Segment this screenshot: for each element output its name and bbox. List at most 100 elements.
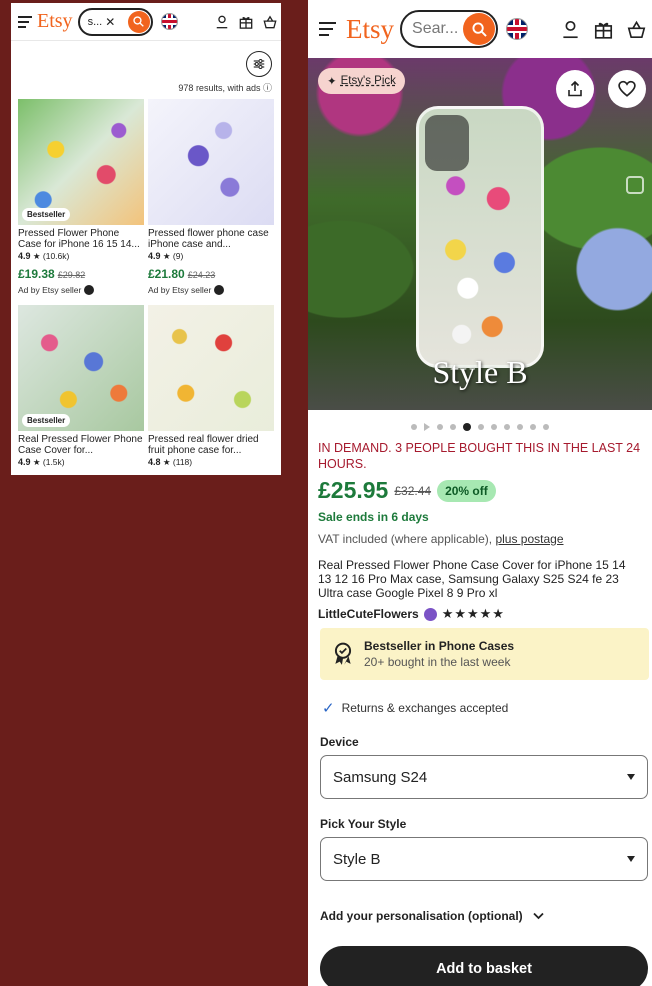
ad-label: Ad by Etsy seller	[148, 285, 274, 295]
product-detail-panel: Etsy Sear... ✦ Etsy's Pick Style B IN DE…	[308, 0, 652, 986]
basket-icon[interactable]	[263, 14, 277, 29]
search-button[interactable]	[463, 13, 496, 45]
price-row: £25.95 £32.44 20% off	[318, 477, 642, 504]
clear-icon[interactable]: ✕	[105, 15, 115, 29]
old-price: £32.44	[394, 483, 432, 498]
carousel-dot[interactable]	[463, 423, 471, 431]
bestseller-subtitle: 20+ bought in the last week	[364, 655, 511, 669]
bestseller-title: Bestseller in Phone Cases	[364, 639, 515, 653]
carousel-dot[interactable]	[478, 424, 484, 430]
menu-icon[interactable]	[319, 22, 336, 36]
shop-info: LittleCuteFlowers ★★★★★	[318, 606, 642, 622]
info-icon[interactable]: ⓘ	[263, 83, 272, 93]
star-icon: ★	[162, 457, 171, 467]
results-count: 978 results, with ads ⓘ	[178, 83, 272, 93]
carousel-dot[interactable]	[543, 424, 549, 430]
add-to-basket-button[interactable]: Add to basket	[320, 946, 648, 986]
sale-ends: Sale ends in 6 days	[318, 510, 429, 524]
ad-label: Ad by Etsy seller	[18, 285, 144, 295]
star-icon: ★	[32, 457, 41, 467]
star-seller-icon	[84, 285, 95, 295]
search-results-panel: Etsy s... ✕ 978 results, with ads ⓘ Best…	[11, 3, 281, 475]
etsys-pick-badge[interactable]: ✦ Etsy's Pick	[318, 68, 405, 94]
search-placeholder: Sear...	[412, 20, 459, 37]
search-input[interactable]: s... ✕	[77, 7, 153, 36]
discount-badge: 20% off	[437, 479, 496, 502]
phone-case-photo	[416, 106, 544, 368]
product-rating: 4.9 ★ (9)	[148, 251, 184, 261]
product-card[interactable]: Bestseller Real Pressed Flower Phone Cas…	[18, 305, 144, 468]
carousel-dot[interactable]	[530, 424, 536, 430]
product-grid: Bestseller Pressed Flower Phone Case for…	[11, 99, 281, 468]
share-button[interactable]	[556, 70, 594, 108]
vat-text: VAT included (where applicable), plus po…	[318, 532, 564, 546]
bestseller-badge: Bestseller	[22, 414, 71, 427]
carousel-dot[interactable]	[424, 423, 430, 431]
search-button[interactable]	[127, 10, 150, 33]
current-price: £25.95	[318, 477, 389, 503]
postage-link[interactable]: plus postage	[495, 532, 563, 546]
demand-notice: IN DEMAND. 3 PEOPLE BOUGHT THIS IN THE L…	[318, 441, 641, 471]
star-icon: ★	[32, 251, 41, 261]
product-image[interactable]	[148, 305, 274, 431]
product-title: Real Pressed Flower Phone Case Cover for…	[318, 558, 626, 600]
carousel-dot[interactable]	[411, 424, 417, 430]
zoom-icon[interactable]	[626, 176, 644, 194]
header: Etsy Sear...	[308, 0, 652, 58]
search-input[interactable]: Sear...	[400, 10, 499, 48]
menu-icon[interactable]	[18, 15, 32, 28]
check-icon: ✓	[322, 700, 335, 717]
device-select[interactable]: Samsung S24	[320, 755, 648, 799]
carousel-dot[interactable]	[517, 424, 523, 430]
product-title[interactable]: Pressed Flower Phone Case for iPhone 16 …	[18, 228, 144, 250]
product-image[interactable]: Bestseller	[18, 99, 144, 225]
account-icon[interactable]	[215, 15, 229, 29]
product-rating: 4.8 ★ (118)	[148, 457, 193, 467]
basket-icon[interactable]	[627, 20, 646, 39]
product-rating: 4.9 ★ (1.5k)	[18, 457, 65, 467]
header-icons	[561, 20, 646, 39]
filter-icon	[253, 59, 265, 69]
etsy-logo[interactable]: Etsy	[346, 14, 394, 45]
chevron-down-icon	[627, 774, 635, 780]
carousel-dot[interactable]	[504, 424, 510, 430]
returns-info: ✓ Returns & exchanges accepted	[322, 700, 509, 717]
product-title[interactable]: Pressed real flower dried fruit phone ca…	[148, 434, 274, 456]
account-icon[interactable]	[561, 20, 580, 39]
carousel-dot[interactable]	[450, 424, 456, 430]
product-image[interactable]: ✦ Etsy's Pick Style B	[308, 58, 652, 410]
product-price: £19.38 £29.82	[18, 267, 86, 281]
header-icons	[215, 14, 277, 29]
style-select[interactable]: Style B	[320, 837, 648, 881]
star-seller-icon	[214, 285, 225, 295]
search-query: s...	[87, 15, 103, 28]
chevron-down-icon	[533, 912, 544, 920]
old-price: £24.23	[187, 270, 216, 280]
share-icon	[568, 81, 582, 97]
product-card[interactable]: Pressed flower phone case iPhone case an…	[148, 99, 274, 295]
heart-icon	[618, 80, 636, 97]
header: Etsy s... ✕	[11, 3, 281, 41]
filter-button[interactable]	[246, 51, 272, 77]
gift-icon[interactable]	[239, 15, 253, 29]
product-image[interactable]: Bestseller	[18, 305, 144, 431]
favorite-button[interactable]	[608, 70, 646, 108]
product-image[interactable]	[148, 99, 274, 225]
star-icon: ★	[162, 251, 171, 261]
shop-rating-stars[interactable]: ★★★★★	[442, 606, 505, 622]
image-overlay-text: Style B	[432, 354, 528, 390]
uk-flag-icon[interactable]	[160, 13, 178, 30]
gift-icon[interactable]	[594, 20, 613, 39]
product-card[interactable]: Bestseller Pressed Flower Phone Case for…	[18, 99, 144, 295]
uk-flag-icon[interactable]	[506, 18, 529, 40]
carousel-dots[interactable]	[308, 423, 652, 431]
shop-name[interactable]: LittleCuteFlowers	[318, 607, 419, 621]
carousel-dot[interactable]	[491, 424, 497, 430]
sparkle-icon: ✦	[327, 76, 337, 88]
etsy-logo[interactable]: Etsy	[37, 10, 73, 33]
product-card[interactable]: Pressed real flower dried fruit phone ca…	[148, 305, 274, 468]
product-title[interactable]: Real Pressed Flower Phone Case Cover for…	[18, 434, 144, 456]
personalisation-toggle[interactable]: Add your personalisation (optional)	[320, 909, 652, 923]
product-title[interactable]: Pressed flower phone case iPhone case an…	[148, 228, 274, 250]
carousel-dot[interactable]	[437, 424, 443, 430]
